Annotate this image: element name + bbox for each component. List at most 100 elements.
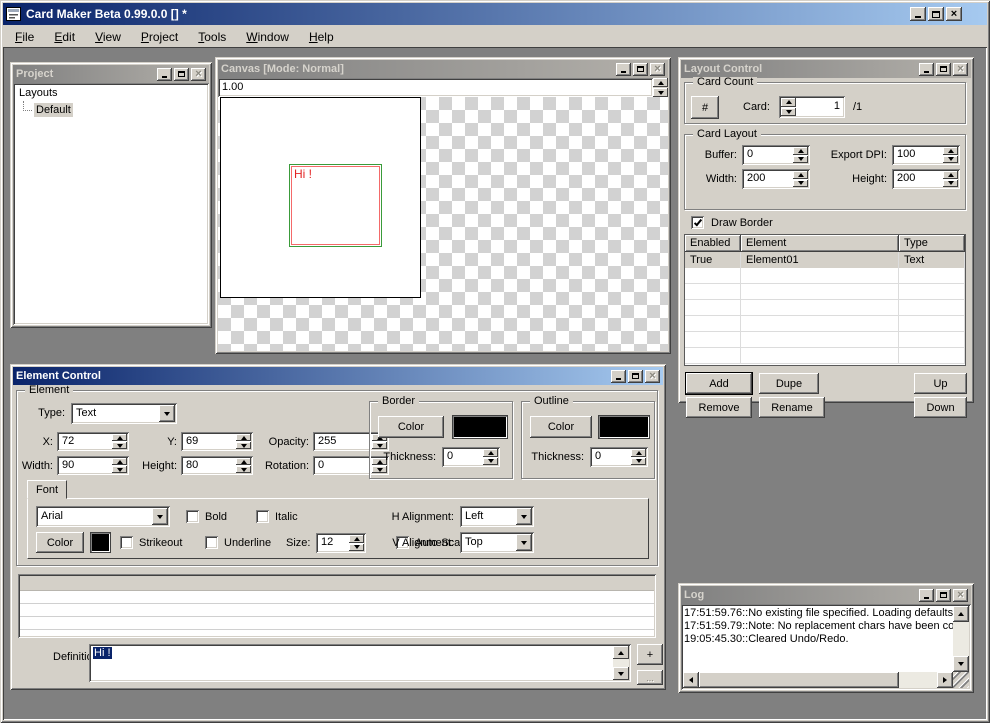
definition-input[interactable]: Hi ! (89, 644, 631, 682)
canvas-maximize-icon[interactable] (633, 63, 648, 76)
card-width-up-icon[interactable] (793, 171, 808, 179)
scroll-up-icon[interactable] (613, 646, 629, 659)
strikeout-checkbox[interactable] (120, 536, 133, 549)
zoom-down-icon[interactable] (653, 88, 668, 97)
element-height-down-icon[interactable] (236, 466, 251, 473)
x-up-icon[interactable] (112, 434, 127, 441)
menu-project[interactable]: Project (133, 27, 186, 47)
border-thickness-down-icon[interactable] (483, 458, 498, 466)
draw-border-checkbox[interactable] (691, 216, 704, 229)
element-height-up-icon[interactable] (236, 458, 251, 465)
canvas-workspace[interactable]: Hi ! (218, 97, 668, 351)
layout-maximize-icon[interactable] (936, 63, 951, 76)
rename-button[interactable]: Rename (759, 397, 825, 418)
menu-edit[interactable]: Edit (46, 27, 83, 47)
buffer-up-icon[interactable] (793, 147, 808, 155)
menu-view[interactable]: View (87, 27, 129, 47)
type-dropdown[interactable]: Text (71, 403, 177, 424)
element-width-up-icon[interactable] (112, 458, 127, 465)
element-width-stepper[interactable]: 90 (57, 456, 129, 475)
card-height-down-icon[interactable] (943, 180, 958, 188)
element-list[interactable] (18, 574, 656, 638)
card-down-icon[interactable] (781, 108, 796, 117)
project-tree[interactable]: Layouts Default (13, 83, 209, 325)
card-up-icon[interactable] (781, 98, 796, 107)
down-button[interactable]: Down (914, 397, 967, 418)
outline-color-button[interactable]: Color (530, 416, 592, 438)
buffer-down-icon[interactable] (793, 156, 808, 164)
log-maximize-icon[interactable] (936, 589, 951, 602)
dpi-up-icon[interactable] (943, 147, 958, 155)
font-family-dropdown[interactable]: Arial (36, 506, 170, 527)
add-button[interactable]: Add (686, 373, 752, 394)
tree-item-layouts[interactable]: Layouts (17, 86, 60, 100)
log-vertical-scrollbar[interactable] (953, 606, 969, 672)
chevron-down-icon[interactable] (516, 508, 532, 525)
log-minimize-icon[interactable] (919, 589, 934, 602)
menu-help[interactable]: Help (301, 27, 342, 47)
scroll-up-icon[interactable] (953, 606, 969, 622)
element-width-down-icon[interactable] (112, 466, 127, 473)
menu-window[interactable]: Window (238, 27, 297, 47)
element-height-stepper[interactable]: 80 (181, 456, 253, 475)
definition-scrollbar[interactable] (613, 646, 629, 680)
hash-button[interactable]: # (691, 96, 719, 119)
resize-grip[interactable] (953, 672, 969, 688)
y-stepper[interactable]: 69 (181, 432, 253, 451)
element-maximize-icon[interactable] (628, 370, 643, 383)
outline-thickness-stepper[interactable]: 0 (590, 447, 648, 467)
scrollbar-thumb[interactable] (699, 672, 899, 688)
zoom-up-icon[interactable] (653, 78, 668, 87)
chevron-down-icon[interactable] (152, 508, 168, 525)
halign-dropdown[interactable]: Left (460, 506, 534, 527)
table-row[interactable]: True Element01 Text (685, 252, 965, 268)
log-title-bar[interactable]: Log × (681, 586, 971, 604)
outline-thickness-down-icon[interactable] (631, 458, 646, 466)
close-icon[interactable]: × (946, 7, 962, 21)
zoom-input[interactable]: 1.00 (218, 78, 653, 97)
maximize-icon[interactable] (928, 7, 944, 21)
y-up-icon[interactable] (236, 434, 251, 441)
menu-tools[interactable]: Tools (190, 27, 234, 47)
canvas-minimize-icon[interactable] (616, 63, 631, 76)
chevron-down-icon[interactable] (159, 405, 175, 422)
size-stepper[interactable]: 12 (316, 533, 366, 553)
card-width-down-icon[interactable] (793, 180, 808, 188)
dpi-down-icon[interactable] (943, 156, 958, 164)
element-title-bar[interactable]: Element Control × (13, 367, 663, 385)
menu-file[interactable]: File (7, 27, 42, 47)
y-down-icon[interactable] (236, 442, 251, 449)
card-number-stepper[interactable]: 1 (779, 96, 845, 118)
project-title-bar[interactable]: Project × (13, 65, 209, 83)
export-dpi-stepper[interactable]: 100 (892, 145, 960, 165)
underline-checkbox[interactable] (205, 536, 218, 549)
chevron-down-icon[interactable] (516, 534, 532, 551)
project-minimize-icon[interactable] (157, 68, 172, 81)
minimize-icon[interactable] (910, 7, 926, 21)
card-width-stepper[interactable]: 200 (742, 169, 810, 189)
card-height-stepper[interactable]: 200 (892, 169, 960, 189)
column-enabled[interactable]: Enabled (685, 235, 741, 252)
column-element[interactable]: Element (741, 235, 899, 252)
buffer-stepper[interactable]: 0 (742, 145, 810, 165)
font-color-button[interactable]: Color (36, 532, 84, 553)
scroll-down-icon[interactable] (953, 656, 969, 672)
outline-thickness-up-icon[interactable] (631, 449, 646, 457)
bold-checkbox[interactable] (186, 510, 199, 523)
element-selection-box[interactable]: Hi ! (289, 164, 382, 247)
column-type[interactable]: Type (899, 235, 965, 252)
border-thickness-up-icon[interactable] (483, 449, 498, 457)
remove-button[interactable]: Remove (686, 397, 752, 418)
definition-add-button[interactable]: + (637, 644, 663, 665)
dupe-button[interactable]: Dupe (759, 373, 819, 394)
scroll-down-icon[interactable] (613, 667, 629, 680)
italic-checkbox[interactable] (256, 510, 269, 523)
border-thickness-stepper[interactable]: 0 (442, 447, 500, 467)
log-horizontal-scrollbar[interactable] (683, 672, 953, 688)
tree-item-default[interactable]: Default (34, 103, 73, 117)
card-height-up-icon[interactable] (943, 171, 958, 179)
scroll-left-icon[interactable] (683, 672, 699, 688)
project-maximize-icon[interactable] (174, 68, 189, 81)
scroll-right-icon[interactable] (937, 672, 953, 688)
canvas-title-bar[interactable]: Canvas [Mode: Normal] × (218, 60, 668, 78)
